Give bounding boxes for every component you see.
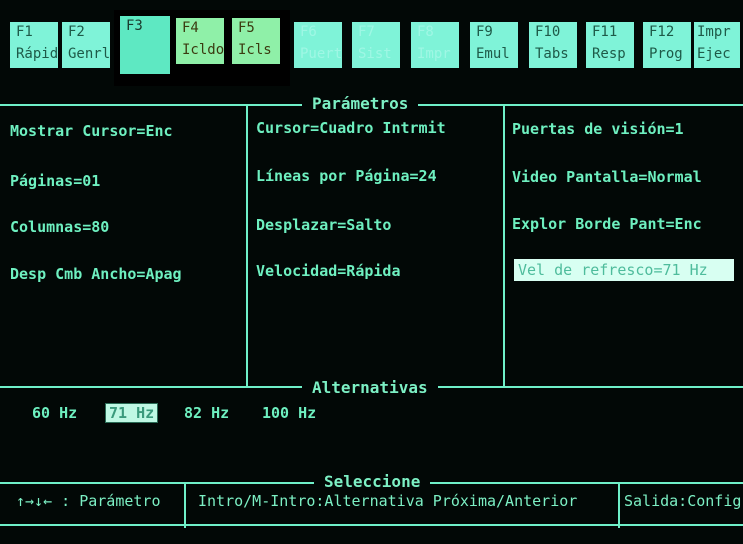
param-cursor[interactable]: Cursor=Cuadro Intrmit [256, 119, 446, 137]
fkey-f11[interactable]: F11 Resp [586, 22, 634, 68]
param-desplazar[interactable]: Desplazar=Salto [256, 216, 391, 234]
fkey-f8[interactable]: F8 Impr [411, 22, 459, 68]
fkey-impr[interactable]: Impr Ejec [694, 22, 740, 68]
fkey-f2[interactable]: F2 Genrl [62, 22, 110, 68]
fkey-f4-label: Icldo [182, 42, 224, 58]
fkey-f2-key: F2 [68, 24, 85, 40]
fkey-f12-key: F12 [649, 24, 675, 40]
parametros-divider-2 [503, 106, 505, 386]
function-key-bar: F1 Rápid F2 Genrl F3 F4 Icldo F5 Icls F6… [0, 0, 743, 88]
fkey-f9-label: Emul [476, 46, 510, 62]
param-vel-de-refresco[interactable]: Vel de refresco=71 Hz [514, 259, 734, 281]
fkey-impr-key: Impr [697, 24, 731, 40]
param-video-pantalla[interactable]: Video Pantalla=Normal [512, 168, 702, 186]
fkey-f3[interactable]: F3 [120, 16, 170, 74]
help-next-prev-alternative: Intro/M-Intro:Alternativa Próxima/Anteri… [198, 492, 578, 510]
fkey-f11-key: F11 [592, 24, 618, 40]
help-exit-config: Salida:Config [624, 492, 742, 510]
seleccione-divider-2 [618, 484, 620, 528]
alt-option-71hz[interactable]: 71 Hz [104, 403, 159, 423]
fkey-f5-label: Icls [238, 42, 272, 58]
param-paginas[interactable]: Páginas=01 [10, 172, 100, 190]
fkey-f8-label: Impr [417, 46, 451, 62]
fkey-f1-label: Rápid [16, 46, 58, 62]
help-navigate-parameter: ↑→↓← : Parámetro [16, 492, 161, 510]
fkey-f6-label: Puert [300, 46, 342, 62]
parametros-divider-1 [246, 106, 248, 386]
param-lineas-por-pagina[interactable]: Líneas por Página=24 [256, 167, 437, 185]
seleccione-title: Seleccione [314, 472, 431, 491]
fkey-f11-label: Resp [592, 46, 626, 62]
fkey-f6-key: F6 [300, 24, 317, 40]
fkey-f7[interactable]: F7 Sist [352, 22, 400, 68]
parametros-title: Parámetros [302, 94, 419, 113]
fkey-f7-label: Sist [358, 46, 392, 62]
fkey-f3-key: F3 [126, 18, 143, 34]
fkey-f1-key: F1 [16, 24, 33, 40]
fkey-impr-label: Ejec [697, 46, 731, 62]
fkey-f10-key: F10 [535, 24, 561, 40]
alternativas-title: Alternativas [302, 378, 438, 397]
seleccione-bottom-border [0, 524, 743, 526]
fkey-f7-key: F7 [358, 24, 375, 40]
seleccione-divider-1 [184, 484, 186, 528]
alt-option-100hz[interactable]: 100 Hz [262, 404, 316, 422]
fkey-f5-key: F5 [238, 20, 255, 36]
fkey-f10-label: Tabs [535, 46, 569, 62]
alt-option-82hz[interactable]: 82 Hz [184, 404, 229, 422]
fkey-f5[interactable]: F5 Icls [232, 18, 280, 64]
param-desp-cmb-ancho[interactable]: Desp Cmb Ancho=Apag [10, 265, 182, 283]
param-puertas-de-vision[interactable]: Puertas de visión=1 [512, 120, 684, 138]
fkey-f2-label: Genrl [68, 46, 110, 62]
param-mostrar-cursor[interactable]: Mostrar Cursor=Enc [10, 122, 173, 140]
fkey-f12-label: Prog [649, 46, 683, 62]
fkey-f6[interactable]: F6 Puert [294, 22, 342, 68]
fkey-f1[interactable]: F1 Rápid [10, 22, 58, 68]
param-velocidad[interactable]: Velocidad=Rápida [256, 262, 401, 280]
alt-option-60hz[interactable]: 60 Hz [32, 404, 77, 422]
fkey-f4-key: F4 [182, 20, 199, 36]
param-columnas[interactable]: Columnas=80 [10, 218, 109, 236]
fkey-f12[interactable]: F12 Prog [643, 22, 691, 68]
fkey-f10[interactable]: F10 Tabs [529, 22, 577, 68]
fkey-f8-key: F8 [417, 24, 434, 40]
fkey-f9-key: F9 [476, 24, 493, 40]
fkey-f4[interactable]: F4 Icldo [176, 18, 224, 64]
param-explor-borde-pant[interactable]: Explor Borde Pant=Enc [512, 215, 702, 233]
fkey-f9[interactable]: F9 Emul [470, 22, 518, 68]
